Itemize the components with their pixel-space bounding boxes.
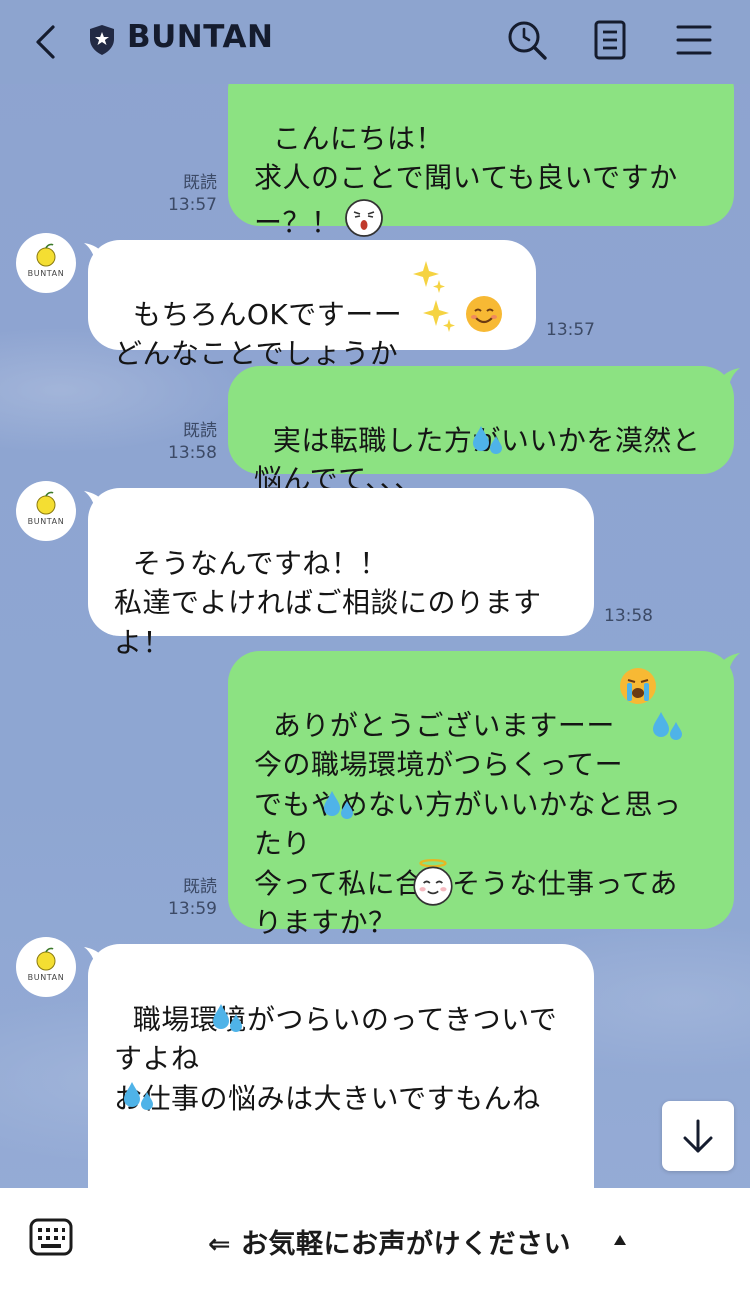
chat-header: BUNTAN xyxy=(0,0,750,84)
sparkles-icon xyxy=(423,300,455,332)
sparkles-icon xyxy=(413,261,445,293)
message-time: 13:58 xyxy=(604,606,653,626)
message-text: こんにちは！ 求人のことで聞いても良いですか ー？！ xyxy=(254,121,678,239)
message-bubble-outgoing[interactable]: ありがとうございますーー 今の職場環境がつらくってー でもやめない方がいいかなと… xyxy=(228,651,734,939)
search-icon[interactable] xyxy=(505,18,549,62)
read-status: 既読 13:59 xyxy=(168,877,217,919)
lemon-logo-icon xyxy=(36,947,56,971)
sweat-droplets-icon xyxy=(124,1082,153,1110)
avatar[interactable]: BUNTAN xyxy=(16,937,76,997)
shield-star-icon xyxy=(90,25,114,55)
keyboard-icon[interactable] xyxy=(28,1216,74,1258)
message-bubble-incoming[interactable]: そうなんですね！！ 私達でよければご相談にのります よ！ xyxy=(88,488,594,659)
bottom-bar: ⇐ お気軽にお声がけください xyxy=(0,1188,750,1290)
crying-face-icon xyxy=(620,668,656,704)
message-bubble-incoming[interactable]: 職場環境がつらいのってきついで すよね お仕事の悩みは大きいですもんね お仕事は… xyxy=(88,944,594,1233)
avatar-label: BUNTAN xyxy=(27,517,65,526)
rich-menu-toggle-label[interactable]: ⇐ お気軽にお声がけください xyxy=(208,1222,571,1261)
sweat-droplets-icon xyxy=(473,426,502,454)
message-text: もちろんOKですーー どんなことでしょうか xyxy=(114,297,403,371)
avatar-label: BUNTAN xyxy=(27,973,65,982)
sweat-droplets-icon xyxy=(213,1004,242,1032)
read-status: 既読 13:57 xyxy=(168,173,217,215)
angel-face-sticker-icon xyxy=(413,858,453,906)
scroll-to-bottom-button[interactable] xyxy=(662,1101,734,1171)
menu-icon[interactable] xyxy=(672,18,716,62)
sweat-droplets-icon xyxy=(653,712,682,740)
avatar[interactable]: BUNTAN xyxy=(16,481,76,541)
avatar-label: BUNTAN xyxy=(27,269,65,278)
chevron-left-icon[interactable] xyxy=(28,22,64,62)
caret-up-icon[interactable] xyxy=(613,1234,627,1246)
lemon-logo-icon xyxy=(36,491,56,515)
arrow-down-icon xyxy=(683,1119,713,1153)
message-time: 13:57 xyxy=(546,320,595,340)
sweat-droplets-icon xyxy=(324,791,353,819)
lemon-logo-icon xyxy=(36,243,56,267)
read-status: 既読 13:58 xyxy=(168,421,217,463)
room-title: BUNTAN xyxy=(127,19,274,55)
notes-icon[interactable] xyxy=(588,18,632,62)
smiling-face-icon xyxy=(466,296,502,332)
avatar[interactable]: BUNTAN xyxy=(16,233,76,293)
shocked-face-sticker-icon xyxy=(344,198,383,237)
